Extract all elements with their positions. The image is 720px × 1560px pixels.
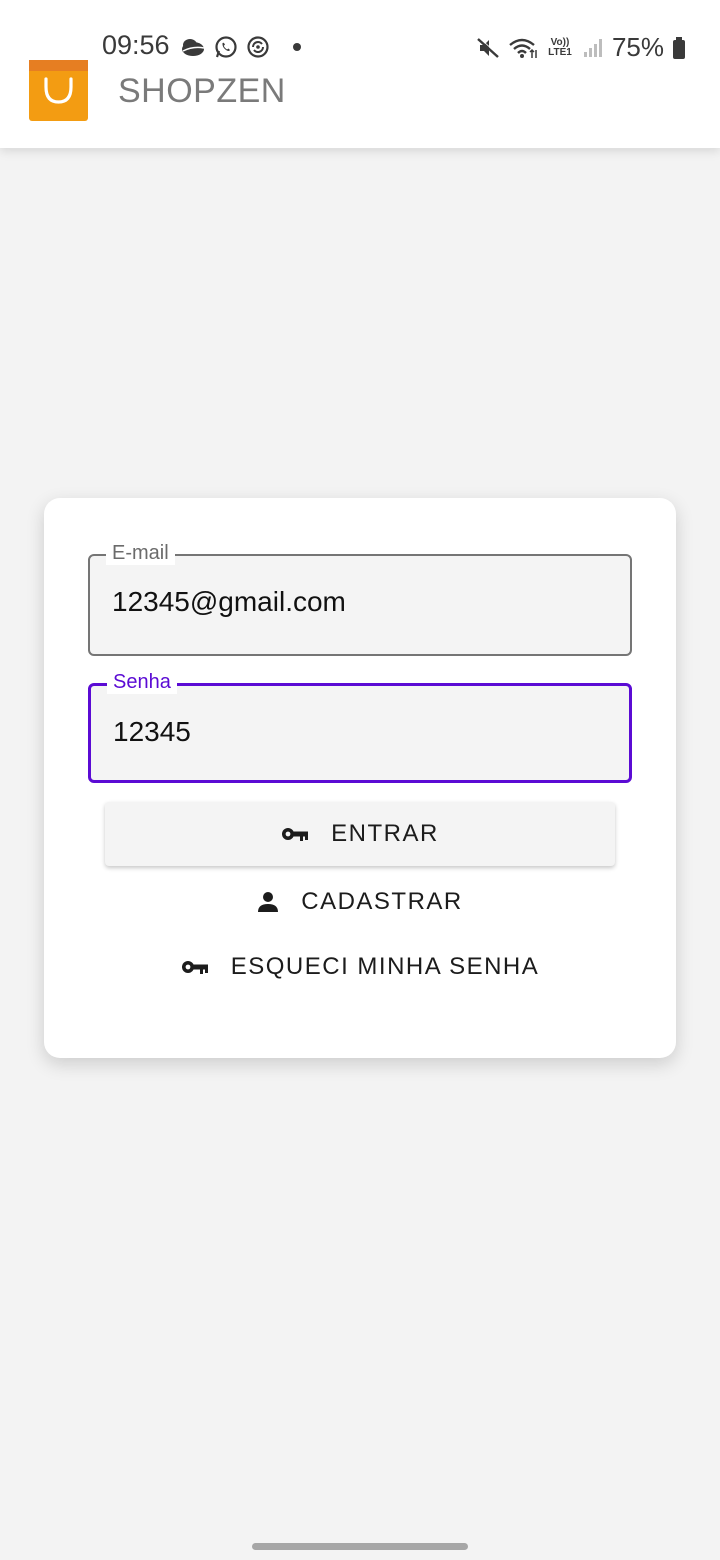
- battery-icon: [672, 36, 686, 60]
- volte-lte-icon: Vo)) LTE1: [546, 36, 574, 58]
- key-icon: [281, 826, 309, 842]
- sync-icon: [246, 35, 270, 59]
- forgot-password-button-label: ESQUECI MINHA SENHA: [230, 953, 540, 980]
- person-icon: [257, 891, 279, 913]
- notification-dot-icon: [292, 42, 302, 52]
- network-label: Vo)) LTE1: [548, 36, 572, 58]
- app-header: 09:56 Vo)) LTE1 75% SHOPZEN: [0, 0, 720, 148]
- email-label: E-mail: [106, 541, 175, 565]
- email-field[interactable]: E-mail: [88, 541, 632, 656]
- home-indicator[interactable]: [252, 1543, 468, 1550]
- register-button-label: CADASTRAR: [301, 888, 463, 915]
- login-button-label: ENTRAR: [331, 820, 439, 847]
- forgot-password-button[interactable]: ESQUECI MINHA SENHA: [44, 939, 676, 995]
- weather-icon: [180, 36, 206, 58]
- status-right-icons: Vo)) LTE1 75%: [476, 32, 686, 63]
- login-button[interactable]: ENTRAR: [105, 802, 615, 866]
- password-label: Senha: [107, 670, 177, 694]
- login-card: E-mail Senha ENTRAR CADASTRAR ESQUECI MI…: [44, 498, 676, 1058]
- shopping-bag-icon: [29, 60, 88, 121]
- status-time: 09:56: [102, 30, 170, 60]
- status-left-icons: [180, 34, 302, 60]
- key-icon: [181, 959, 209, 975]
- mute-icon: [476, 36, 500, 60]
- app-title: SHOPZEN: [118, 72, 286, 110]
- whatsapp-icon: [214, 35, 238, 59]
- battery-percentage: 75%: [611, 32, 664, 62]
- password-field[interactable]: Senha: [88, 670, 632, 783]
- password-input[interactable]: [113, 716, 603, 748]
- wifi-icon: [508, 36, 538, 60]
- signal-icon: [582, 37, 604, 59]
- register-button[interactable]: CADASTRAR: [44, 874, 676, 930]
- email-input[interactable]: [112, 586, 602, 618]
